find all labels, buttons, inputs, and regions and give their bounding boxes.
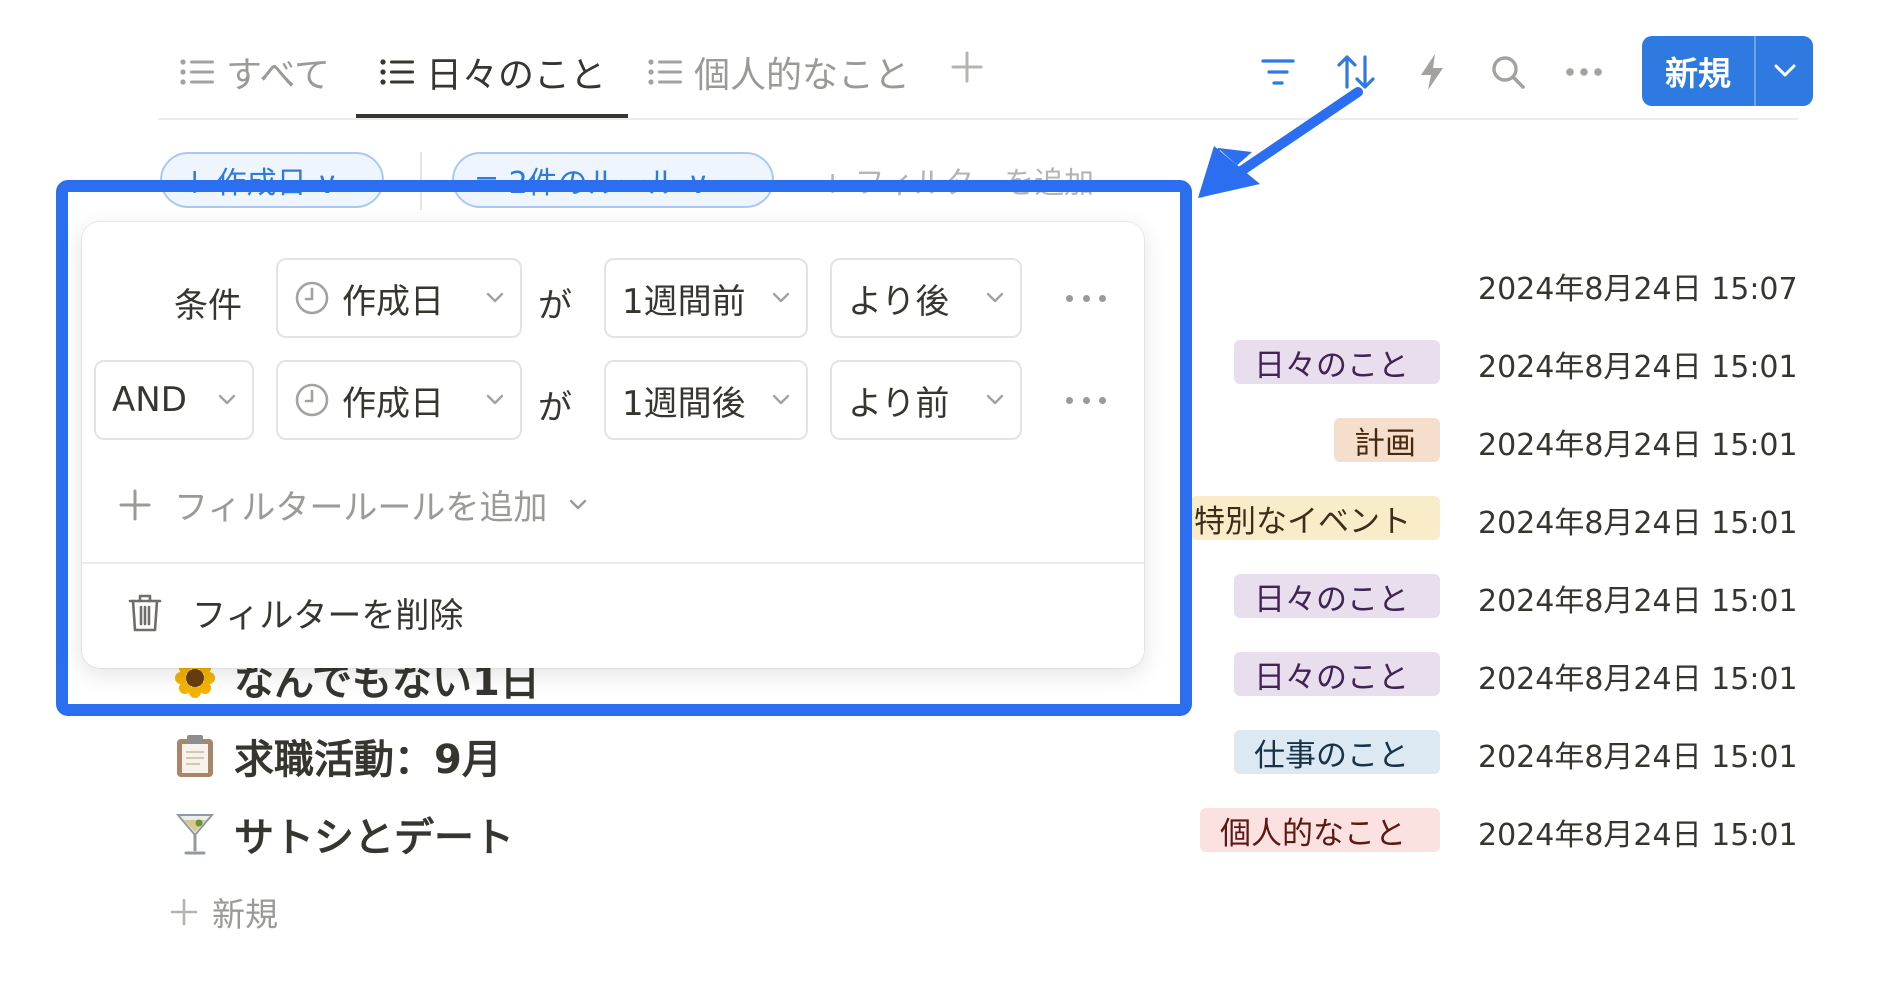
automation-button[interactable] <box>1412 52 1452 92</box>
tag-personal: 個人的なこと <box>1200 808 1440 852</box>
row-title-text: 求職活動：9月 <box>234 737 502 783</box>
chevron-down-icon <box>218 394 236 405</box>
row-date: 2024年8月24日 15:01 <box>1478 350 1798 385</box>
row-date: 2024年8月24日 15:01 <box>1478 740 1798 775</box>
row-date: 2024年8月24日 15:01 <box>1478 662 1798 697</box>
chevron-down-icon <box>570 499 587 509</box>
cocktail-icon <box>172 811 218 857</box>
tab-daily-label: 日々のこと <box>426 55 607 96</box>
new-button-label: 新規 <box>1665 54 1731 93</box>
rule2-property-select[interactable]: 作成日 <box>276 360 522 440</box>
rule1-operator-select[interactable]: より後 <box>830 258 1022 338</box>
tab-all[interactable]: すべて <box>180 50 330 96</box>
chevron-down-icon <box>986 292 1004 303</box>
row-date: 2024年8月24日 15:07 <box>1478 272 1798 307</box>
tag-daily: 日々のこと <box>1234 340 1440 384</box>
plus-icon <box>951 51 983 83</box>
filter-popup: 条件 作成日 が 1週間前 より後 AND 作成日 が 1週間後 より前 フィル… <box>82 222 1144 668</box>
rule2-joiner: が <box>538 388 572 428</box>
plus-icon <box>170 898 198 926</box>
new-row-label: 新規 <box>212 895 278 934</box>
chevron-down-icon <box>772 394 790 405</box>
annotation-arrow <box>1198 87 1363 198</box>
rule-where-label: 条件 <box>174 286 242 326</box>
rule2-operator-label: より前 <box>848 383 950 424</box>
clipboard-icon <box>172 733 218 779</box>
ellipsis-icon <box>1566 68 1602 76</box>
tab-all-label: すべて <box>226 55 331 96</box>
tabs-divider <box>158 118 1798 120</box>
delete-filter-label: フィルターを削除 <box>192 596 464 636</box>
rule2-conjunction-label: AND <box>112 380 187 420</box>
row-title[interactable]: サトシとデート <box>172 806 514 862</box>
more-options-button[interactable] <box>1564 52 1604 92</box>
row-date: 2024年8月24日 15:01 <box>1478 428 1798 463</box>
rule1-operator-label: より後 <box>848 281 950 322</box>
rule1-property-label: 作成日 <box>342 281 444 322</box>
lightning-icon <box>1421 54 1443 90</box>
new-button-dropdown[interactable] <box>1756 64 1813 78</box>
clock-icon <box>295 383 329 417</box>
new-button[interactable]: 新規 <box>1642 36 1813 106</box>
rule2-value-select[interactable]: 1週間後 <box>604 360 808 440</box>
chevron-down-icon <box>986 394 1004 405</box>
tag-special-event: 特別なイベント <box>1190 496 1440 540</box>
add-filter-rule-label: フィルタールールを追加 <box>174 488 548 528</box>
chevron-down-icon <box>486 292 504 303</box>
rule1-property-select[interactable]: 作成日 <box>276 258 522 338</box>
rule1-more-button[interactable] <box>1066 288 1106 308</box>
row-title[interactable]: 求職活動：9月 <box>172 728 502 784</box>
rule1-value-select[interactable]: 1週間前 <box>604 258 808 338</box>
tag-daily: 日々のこと <box>1234 652 1440 696</box>
tab-daily[interactable]: 日々のこと <box>380 50 606 96</box>
list-icon <box>180 59 214 85</box>
rule2-value-label: 1週間後 <box>622 383 746 424</box>
rule2-more-button[interactable] <box>1066 390 1106 410</box>
add-new-row-button[interactable]: 新規 <box>170 888 278 936</box>
add-filter-rule-button[interactable]: フィルタールールを追加 <box>118 480 587 529</box>
search-icon <box>1492 56 1525 89</box>
list-icon <box>648 59 682 85</box>
tag-daily: 日々のこと <box>1234 574 1440 618</box>
chevron-down-icon <box>1774 64 1795 77</box>
add-view-button[interactable] <box>950 50 984 90</box>
popup-divider <box>82 562 1144 564</box>
rule2-operator-select[interactable]: より前 <box>830 360 1022 440</box>
rule2-conjunction-select[interactable]: AND <box>94 360 254 440</box>
chevron-down-icon <box>486 394 504 405</box>
rule2-property-label: 作成日 <box>342 383 444 424</box>
tag-plan: 計画 <box>1334 418 1440 462</box>
clock-icon <box>295 281 329 315</box>
row-date: 2024年8月24日 15:01 <box>1478 818 1798 853</box>
list-icon <box>380 59 414 85</box>
chevron-down-icon <box>772 292 790 303</box>
search-button[interactable] <box>1488 52 1528 92</box>
row-date: 2024年8月24日 15:01 <box>1478 584 1798 619</box>
rule1-value-label: 1週間前 <box>622 281 746 322</box>
row-title-text: サトシとデート <box>234 815 514 861</box>
tab-personal[interactable]: 個人的なこと <box>648 50 910 96</box>
plus-icon <box>119 489 151 520</box>
tag-work: 仕事のこと <box>1234 730 1440 774</box>
trash-icon <box>128 594 162 631</box>
row-date: 2024年8月24日 15:01 <box>1478 506 1798 541</box>
rule1-joiner: が <box>538 286 572 326</box>
delete-filter-button[interactable]: フィルターを削除 <box>128 588 463 637</box>
tab-personal-label: 個人的なこと <box>694 55 911 96</box>
